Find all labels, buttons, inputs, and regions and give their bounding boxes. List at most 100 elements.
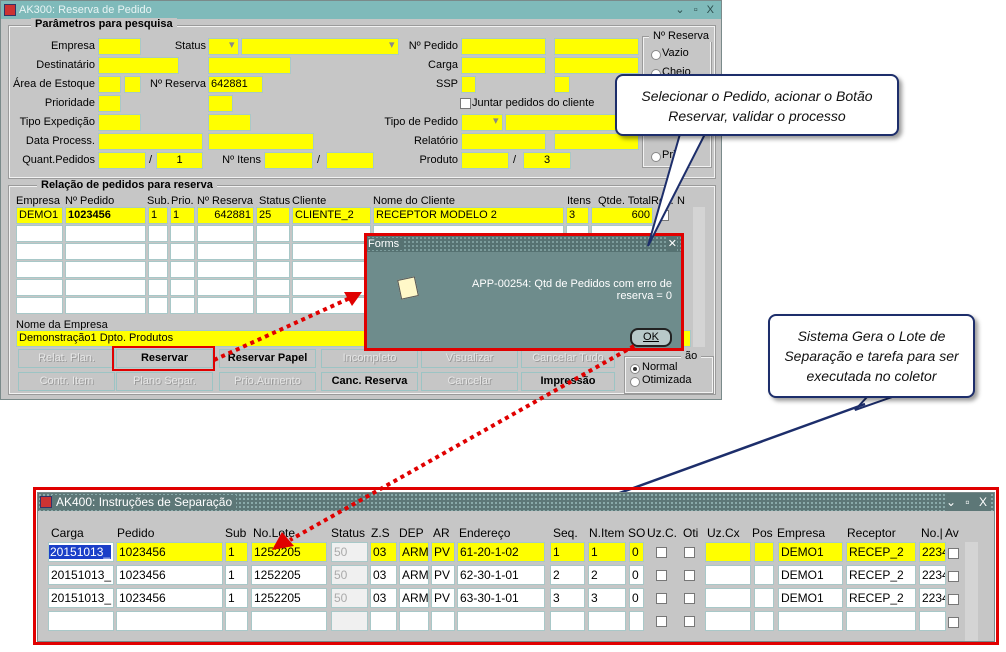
column-header: Z.S xyxy=(371,526,390,540)
table-cell[interactable]: 20151013_ xyxy=(48,588,114,608)
empty-cell[interactable] xyxy=(225,611,248,631)
empty-cell[interactable] xyxy=(705,611,751,631)
empty-cell[interactable] xyxy=(431,611,455,631)
oti-checkbox[interactable] xyxy=(684,547,695,558)
empty-cell[interactable] xyxy=(370,611,397,631)
column-header: SO xyxy=(628,526,646,540)
av-checkbox[interactable] xyxy=(948,617,959,628)
column-header: No.| xyxy=(921,526,943,540)
table-cell[interactable]: 1 xyxy=(588,542,626,562)
selected-cell-text: 20151013_ xyxy=(49,545,112,559)
table-cell[interactable]: 1 xyxy=(550,542,585,562)
instrucoes-separacao-window: AK400: Instruções de Separação ⌄ ▫ X Car… xyxy=(37,492,995,642)
empty-cell[interactable] xyxy=(457,611,545,631)
av-checkbox[interactable] xyxy=(948,548,959,559)
av-checkbox[interactable] xyxy=(948,571,959,582)
table-cell[interactable]: 0 xyxy=(629,542,644,562)
table-cell[interactable]: 3 xyxy=(588,588,626,608)
column-header: No.Lote xyxy=(253,526,296,540)
oti-checkbox[interactable] xyxy=(684,593,695,604)
callout-select-order: Selecionar o Pedido, acionar o Botão Res… xyxy=(615,74,899,136)
column-header: DEP xyxy=(399,526,424,540)
empty-cell[interactable] xyxy=(778,611,843,631)
empty-cell[interactable] xyxy=(251,611,327,631)
table-cell[interactable]: RECEP_2 xyxy=(846,565,916,585)
empty-cell[interactable] xyxy=(399,611,429,631)
uzc-checkbox[interactable] xyxy=(656,593,667,604)
table-cell[interactable]: 03 xyxy=(370,565,397,585)
column-header: Pedido xyxy=(117,526,155,540)
column-header: Sub xyxy=(225,526,247,540)
table-cell[interactable]: 50 xyxy=(331,588,368,608)
table-cell[interactable]: RECEP_2 xyxy=(846,588,916,608)
table-cell[interactable]: 1252205 xyxy=(251,565,327,585)
table-cell[interactable]: RECEP_2 xyxy=(846,542,916,562)
table-cell[interactable] xyxy=(705,542,751,562)
callout-2-tail xyxy=(854,395,896,411)
table-cell[interactable]: 0 xyxy=(629,588,644,608)
oti-checkbox[interactable] xyxy=(684,570,695,581)
table-cell[interactable]: 03 xyxy=(370,542,397,562)
empty-cell[interactable] xyxy=(331,611,368,631)
table-cell[interactable]: 50 xyxy=(331,565,368,585)
callout-1-tail xyxy=(647,133,707,247)
table-cell[interactable]: 03 xyxy=(370,588,397,608)
table-cell[interactable] xyxy=(705,588,751,608)
column-header: Endereço xyxy=(459,526,511,540)
table-cell[interactable]: 3 xyxy=(550,588,585,608)
empty-cell[interactable] xyxy=(588,611,626,631)
uzc-checkbox[interactable] xyxy=(656,570,667,581)
uzc-checkbox[interactable] xyxy=(656,547,667,558)
table-cell[interactable]: 1 xyxy=(225,565,248,585)
table-cell[interactable]: ARM xyxy=(399,588,429,608)
table-cell[interactable]: 1023456 xyxy=(116,588,223,608)
table-cell[interactable]: DEMO1 xyxy=(778,565,843,585)
table-cell[interactable]: 2 xyxy=(550,565,585,585)
table-cell[interactable]: 2234 xyxy=(919,565,946,585)
column-header: Pos xyxy=(752,526,773,540)
column-header: Uz.Cx xyxy=(707,526,740,540)
table-cell[interactable]: 62-30-1-01 xyxy=(457,565,545,585)
table-cell[interactable]: 50 xyxy=(331,542,368,562)
empty-cell[interactable] xyxy=(116,611,223,631)
empty-cell[interactable] xyxy=(629,611,644,631)
table-cell[interactable]: 20151013_ xyxy=(48,542,114,562)
table-cell[interactable]: PV xyxy=(431,565,455,585)
table-cell[interactable]: DEMO1 xyxy=(778,588,843,608)
empty-cell[interactable] xyxy=(550,611,585,631)
av-checkbox[interactable] xyxy=(948,594,959,605)
table-cell[interactable]: DEMO1 xyxy=(778,542,843,562)
table-cell[interactable] xyxy=(705,565,751,585)
table-cell[interactable]: PV xyxy=(431,588,455,608)
table-cell[interactable]: 1252205 xyxy=(251,542,327,562)
table-cell[interactable]: 1023456 xyxy=(116,565,223,585)
table-cell[interactable]: 1 xyxy=(225,542,248,562)
empty-cell[interactable] xyxy=(754,611,774,631)
empty-cell[interactable] xyxy=(48,611,114,631)
empty-cell[interactable] xyxy=(919,611,946,631)
table-cell[interactable]: 2234 xyxy=(919,542,946,562)
table-cell[interactable] xyxy=(754,542,774,562)
table-cell[interactable]: 2 xyxy=(588,565,626,585)
table-cell[interactable]: 1 xyxy=(225,588,248,608)
table-cell[interactable]: ARM xyxy=(399,565,429,585)
table-cell[interactable]: PV xyxy=(431,542,455,562)
table-cell[interactable] xyxy=(754,588,774,608)
table-cell[interactable]: 2234 xyxy=(919,588,946,608)
table-cell[interactable]: 1023456 xyxy=(116,542,223,562)
table-cell[interactable]: 63-30-1-01 xyxy=(457,588,545,608)
oti-checkbox[interactable] xyxy=(684,616,695,627)
table-cell[interactable] xyxy=(754,565,774,585)
table-cell[interactable]: 61-20-1-02 xyxy=(457,542,545,562)
uzc-checkbox[interactable] xyxy=(656,616,667,627)
scrollbar[interactable] xyxy=(965,542,978,641)
empty-cell[interactable] xyxy=(846,611,916,631)
column-header: Av xyxy=(945,526,959,540)
table-cell[interactable]: 20151013_ xyxy=(48,565,114,585)
column-header: N.Item xyxy=(589,526,625,540)
table-cell[interactable]: 0 xyxy=(629,565,644,585)
column-header: Oti xyxy=(683,526,699,540)
table-cell[interactable]: 1252205 xyxy=(251,588,327,608)
table-cell[interactable]: ARM xyxy=(399,542,429,562)
column-header: Carga xyxy=(51,526,84,540)
